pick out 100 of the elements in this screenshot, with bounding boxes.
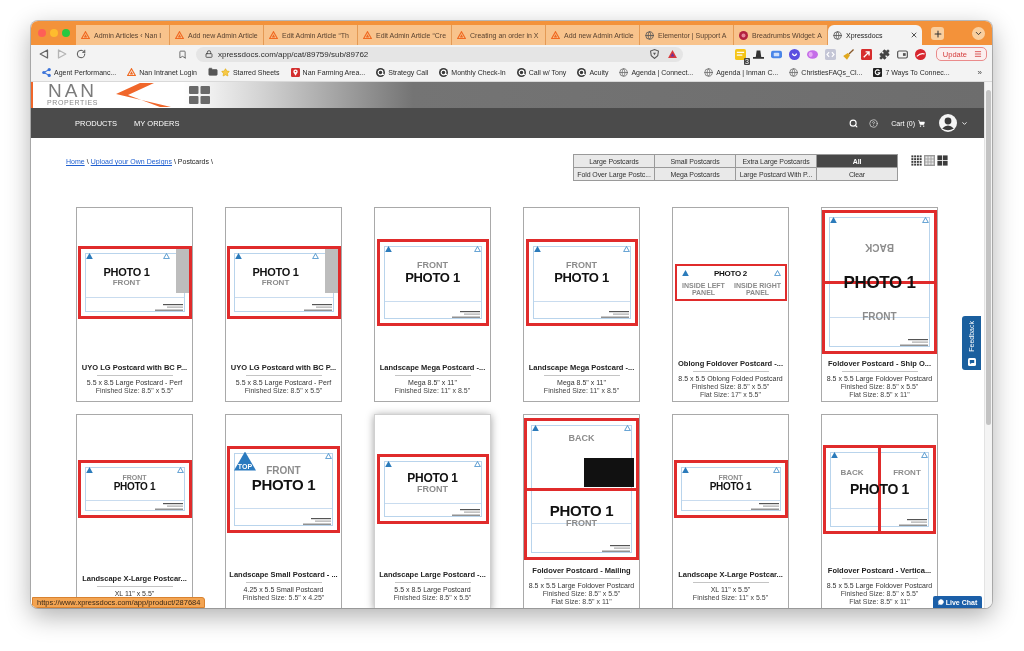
- star-icon: [220, 67, 230, 77]
- triangle-outline-icon: [921, 451, 928, 458]
- fine-print-drawing: [154, 503, 183, 510]
- puzzle-icon[interactable]: [878, 48, 890, 60]
- user-avatar-icon[interactable]: [939, 114, 957, 132]
- template-caption: BACK: [568, 434, 595, 443]
- circle-logo-icon: [739, 30, 748, 40]
- fine-print-drawing: [899, 518, 927, 526]
- template-caption: FRONT: [261, 279, 290, 287]
- template-heading: PHOTO 1: [549, 502, 614, 518]
- hat-icon[interactable]: [752, 48, 764, 60]
- close-icon[interactable]: [910, 31, 918, 39]
- triangle-outline-icon: [325, 452, 332, 459]
- fine-print-drawing: [303, 303, 332, 311]
- search-icon[interactable]: [849, 118, 859, 128]
- broom-icon[interactable]: [842, 48, 854, 60]
- shield-icon[interactable]: [650, 49, 659, 59]
- circle-icon[interactable]: [788, 48, 800, 60]
- upside-down-caption: BACK: [865, 241, 894, 252]
- triangle-outline-icon: [922, 217, 929, 223]
- template-heading: PHOTO 1: [252, 267, 299, 278]
- profile-icon[interactable]: [914, 48, 926, 60]
- template-heading: PHOTO 1: [405, 271, 460, 284]
- arrow-square-icon[interactable]: [860, 48, 872, 60]
- template-caption: FRONT: [417, 261, 448, 270]
- circle-logo-icon: [516, 67, 526, 77]
- message-icon: [967, 358, 976, 366]
- triangle-logo-icon: [127, 68, 137, 76]
- sticky-note-icon[interactable]: [734, 48, 746, 60]
- globe-icon: [645, 30, 654, 40]
- address-label-drawing: [584, 458, 634, 487]
- template-heading: PHOTO 1: [113, 481, 156, 492]
- grid-icon: [189, 86, 210, 104]
- network-icon: [42, 67, 51, 77]
- plus-icon: [932, 28, 943, 39]
- triangle-outline-icon: [622, 245, 630, 252]
- triangle-logo-icon: [384, 461, 392, 467]
- chat-bubble-icon: [937, 599, 944, 605]
- card-icon[interactable]: [770, 48, 782, 60]
- reload-icon[interactable]: [76, 49, 86, 59]
- triangle-logo-icon: [234, 252, 242, 259]
- business-card-drawing: [324, 248, 338, 293]
- fine-print-drawing: [602, 545, 630, 552]
- template-caption: FRONT: [862, 312, 897, 323]
- grid-view-icon[interactable]: [937, 155, 948, 166]
- triangle-outline-icon: [473, 461, 481, 467]
- triangle-logo-icon: [384, 245, 392, 252]
- window-icon[interactable]: [896, 48, 908, 60]
- chevron-down-icon[interactable]: [961, 119, 968, 127]
- triangle-outline-icon: [162, 252, 170, 259]
- circle-logo-icon: [376, 67, 386, 77]
- cart-icon: [918, 119, 925, 127]
- menu-icon: [974, 50, 982, 58]
- template-caption: FRONT: [112, 279, 141, 287]
- template-caption: FRONT: [566, 518, 597, 528]
- template-caption: FRONT: [266, 465, 301, 476]
- fine-print-drawing: [303, 517, 331, 525]
- more-bookmarks-button[interactable]: »: [977, 67, 982, 77]
- new-tab-button[interactable]: [931, 27, 944, 40]
- triangle-outline-icon: [772, 467, 780, 473]
- back-icon[interactable]: [39, 49, 49, 59]
- business-card-drawing: [175, 248, 189, 293]
- triangle-logo-icon: [532, 425, 539, 431]
- triangle-logo-icon: [533, 245, 541, 252]
- address-field[interactable]: xpressdocs.com/app/cat/89759/sub/89762: [196, 46, 683, 62]
- fine-print-drawing: [451, 310, 480, 318]
- help-icon[interactable]: [869, 118, 879, 128]
- fine-print-drawing: [451, 509, 480, 516]
- fine-print-drawing: [600, 310, 629, 318]
- triangle-logo-icon: [681, 467, 689, 473]
- template-caption: FRONT: [417, 484, 448, 494]
- globe-icon: [619, 67, 629, 77]
- triangle-logo-icon: [85, 252, 93, 259]
- grid-view-icon[interactable]: [911, 155, 922, 166]
- triangle-logo-icon: [269, 31, 278, 39]
- globe-icon: [704, 67, 714, 77]
- lock-icon: [205, 50, 213, 58]
- folder-icon: [207, 67, 218, 77]
- fine-print-drawing: [900, 339, 928, 346]
- tab-search-button[interactable]: [972, 26, 985, 40]
- circle-logo-icon: [577, 67, 587, 77]
- template-caption: FRONT: [566, 261, 597, 270]
- template-heading: PHOTO 1: [554, 271, 609, 284]
- bookmark-icon[interactable]: [178, 49, 187, 59]
- template-heading: PHOTO 1: [709, 481, 752, 492]
- scrollbar-thumb[interactable]: [986, 90, 991, 425]
- triangle-logo-icon: [175, 31, 184, 39]
- triangle-outline-icon: [176, 467, 184, 473]
- template-heading: PHOTO 1: [103, 267, 150, 278]
- triangle-logo-icon: [85, 467, 93, 473]
- fine-print-drawing: [154, 303, 183, 311]
- triangle-outline-icon: [624, 425, 631, 431]
- triangle-icon[interactable]: [668, 50, 677, 58]
- triangle-logo-icon: [363, 31, 372, 39]
- triangle-outline-icon: [473, 245, 481, 252]
- capsule-icon[interactable]: [806, 48, 818, 60]
- globe-icon: [833, 30, 842, 40]
- triangle-logo-icon: [457, 31, 466, 39]
- triangle-logo-icon: [681, 269, 689, 276]
- triangle-logo-icon: [81, 31, 90, 39]
